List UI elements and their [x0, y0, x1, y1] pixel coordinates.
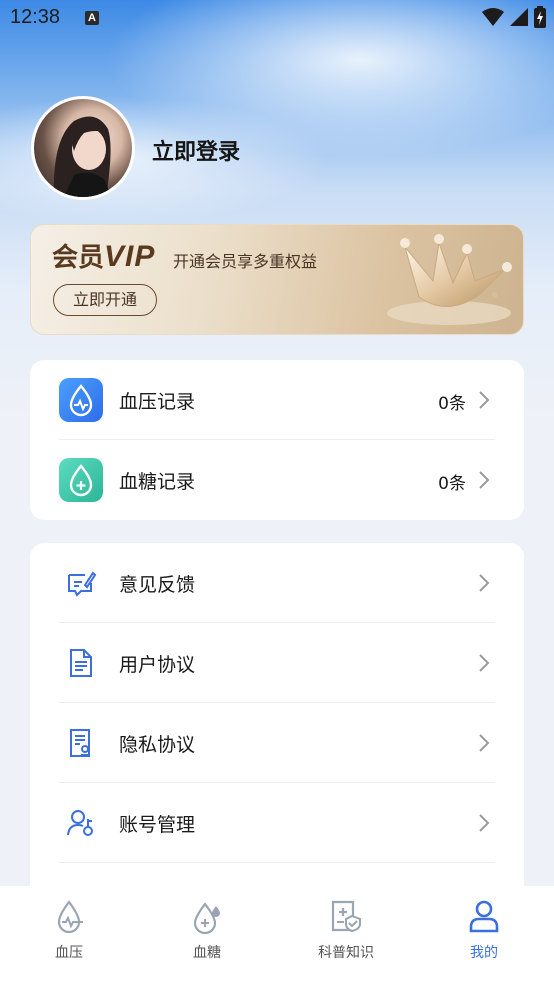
- document-icon: [70, 649, 92, 677]
- menu-label: 意见反馈: [119, 574, 196, 596]
- tab-label: 我的: [470, 945, 498, 961]
- blood-sugar-drop-icon: [59, 458, 103, 502]
- tab-knowledge[interactable]: 科普知识: [277, 886, 415, 984]
- record-label: 血压记录: [119, 391, 196, 413]
- record-count: 0条: [438, 394, 466, 414]
- login-link[interactable]: 立即登录: [152, 134, 240, 166]
- menu-label: 用户协议: [119, 654, 196, 676]
- header-background: [0, 0, 554, 420]
- chevron-right-icon: [479, 734, 490, 752]
- vip-title-vip: VIP: [104, 240, 156, 273]
- notification-badge: A: [85, 11, 99, 25]
- chevron-right-icon: [479, 574, 490, 592]
- account-settings-icon: [67, 810, 93, 836]
- tab-label: 血压: [55, 945, 83, 961]
- vip-title-prefix: 会员: [52, 243, 105, 273]
- menu-card: 意见反馈 用户协议 隐私协议 账号管理: [30, 543, 524, 903]
- feedback-icon: [68, 571, 97, 597]
- knowledge-tab-icon: [331, 900, 361, 933]
- records-card: 血压记录 0条 血糖记录 0条: [30, 360, 524, 520]
- vip-banner[interactable]: 会员VIP 开通会员享多重权益 立即开通: [30, 224, 524, 335]
- privacy-document-icon: [70, 729, 90, 757]
- wifi-icon: [482, 8, 504, 26]
- tab-profile[interactable]: 我的: [415, 886, 553, 984]
- tab-label: 科普知识: [318, 945, 374, 961]
- crown-icon: [387, 234, 512, 325]
- menu-item-user-agreement[interactable]: 用户协议: [30, 623, 524, 703]
- vip-open-button[interactable]: 立即开通: [53, 284, 157, 316]
- bottom-tab-bar: 血压 血糖 科普知识 我的: [0, 886, 554, 984]
- tab-label: 血糖: [193, 945, 221, 961]
- blood-pressure-tab-icon: [57, 900, 83, 934]
- chevron-right-icon: [479, 814, 490, 832]
- record-count: 0条: [438, 474, 466, 494]
- chevron-right-icon: [479, 391, 490, 409]
- chevron-right-icon: [479, 654, 490, 672]
- menu-item-account-management[interactable]: 账号管理: [30, 783, 524, 863]
- chevron-right-icon: [479, 471, 490, 489]
- profile-tab-icon: [469, 900, 499, 933]
- menu-item-feedback[interactable]: 意见反馈: [30, 543, 524, 623]
- signal-icon: [510, 8, 528, 26]
- menu-item-privacy-agreement[interactable]: 隐私协议: [30, 703, 524, 783]
- vip-title: 会员VIP: [52, 237, 155, 274]
- blood-sugar-tab-icon: [193, 902, 220, 934]
- status-bar: 12:38 A: [0, 0, 554, 38]
- record-row-blood-sugar[interactable]: 血糖记录 0条: [30, 440, 524, 520]
- battery-icon: [534, 6, 546, 28]
- menu-label: 账号管理: [119, 814, 196, 836]
- blood-pressure-drop-icon: [59, 378, 103, 422]
- avatar-portrait: [53, 116, 112, 197]
- tab-blood-pressure[interactable]: 血压: [0, 886, 138, 984]
- status-time: 12:38: [10, 6, 61, 28]
- record-row-blood-pressure[interactable]: 血压记录 0条: [30, 360, 524, 440]
- record-label: 血糖记录: [119, 471, 196, 493]
- menu-label: 隐私协议: [119, 734, 196, 756]
- divider: [59, 862, 495, 863]
- status-icons: [482, 6, 546, 28]
- avatar[interactable]: [31, 96, 135, 200]
- vip-subtitle: 开通会员享多重权益: [173, 252, 318, 271]
- tab-blood-sugar[interactable]: 血糖: [138, 886, 276, 984]
